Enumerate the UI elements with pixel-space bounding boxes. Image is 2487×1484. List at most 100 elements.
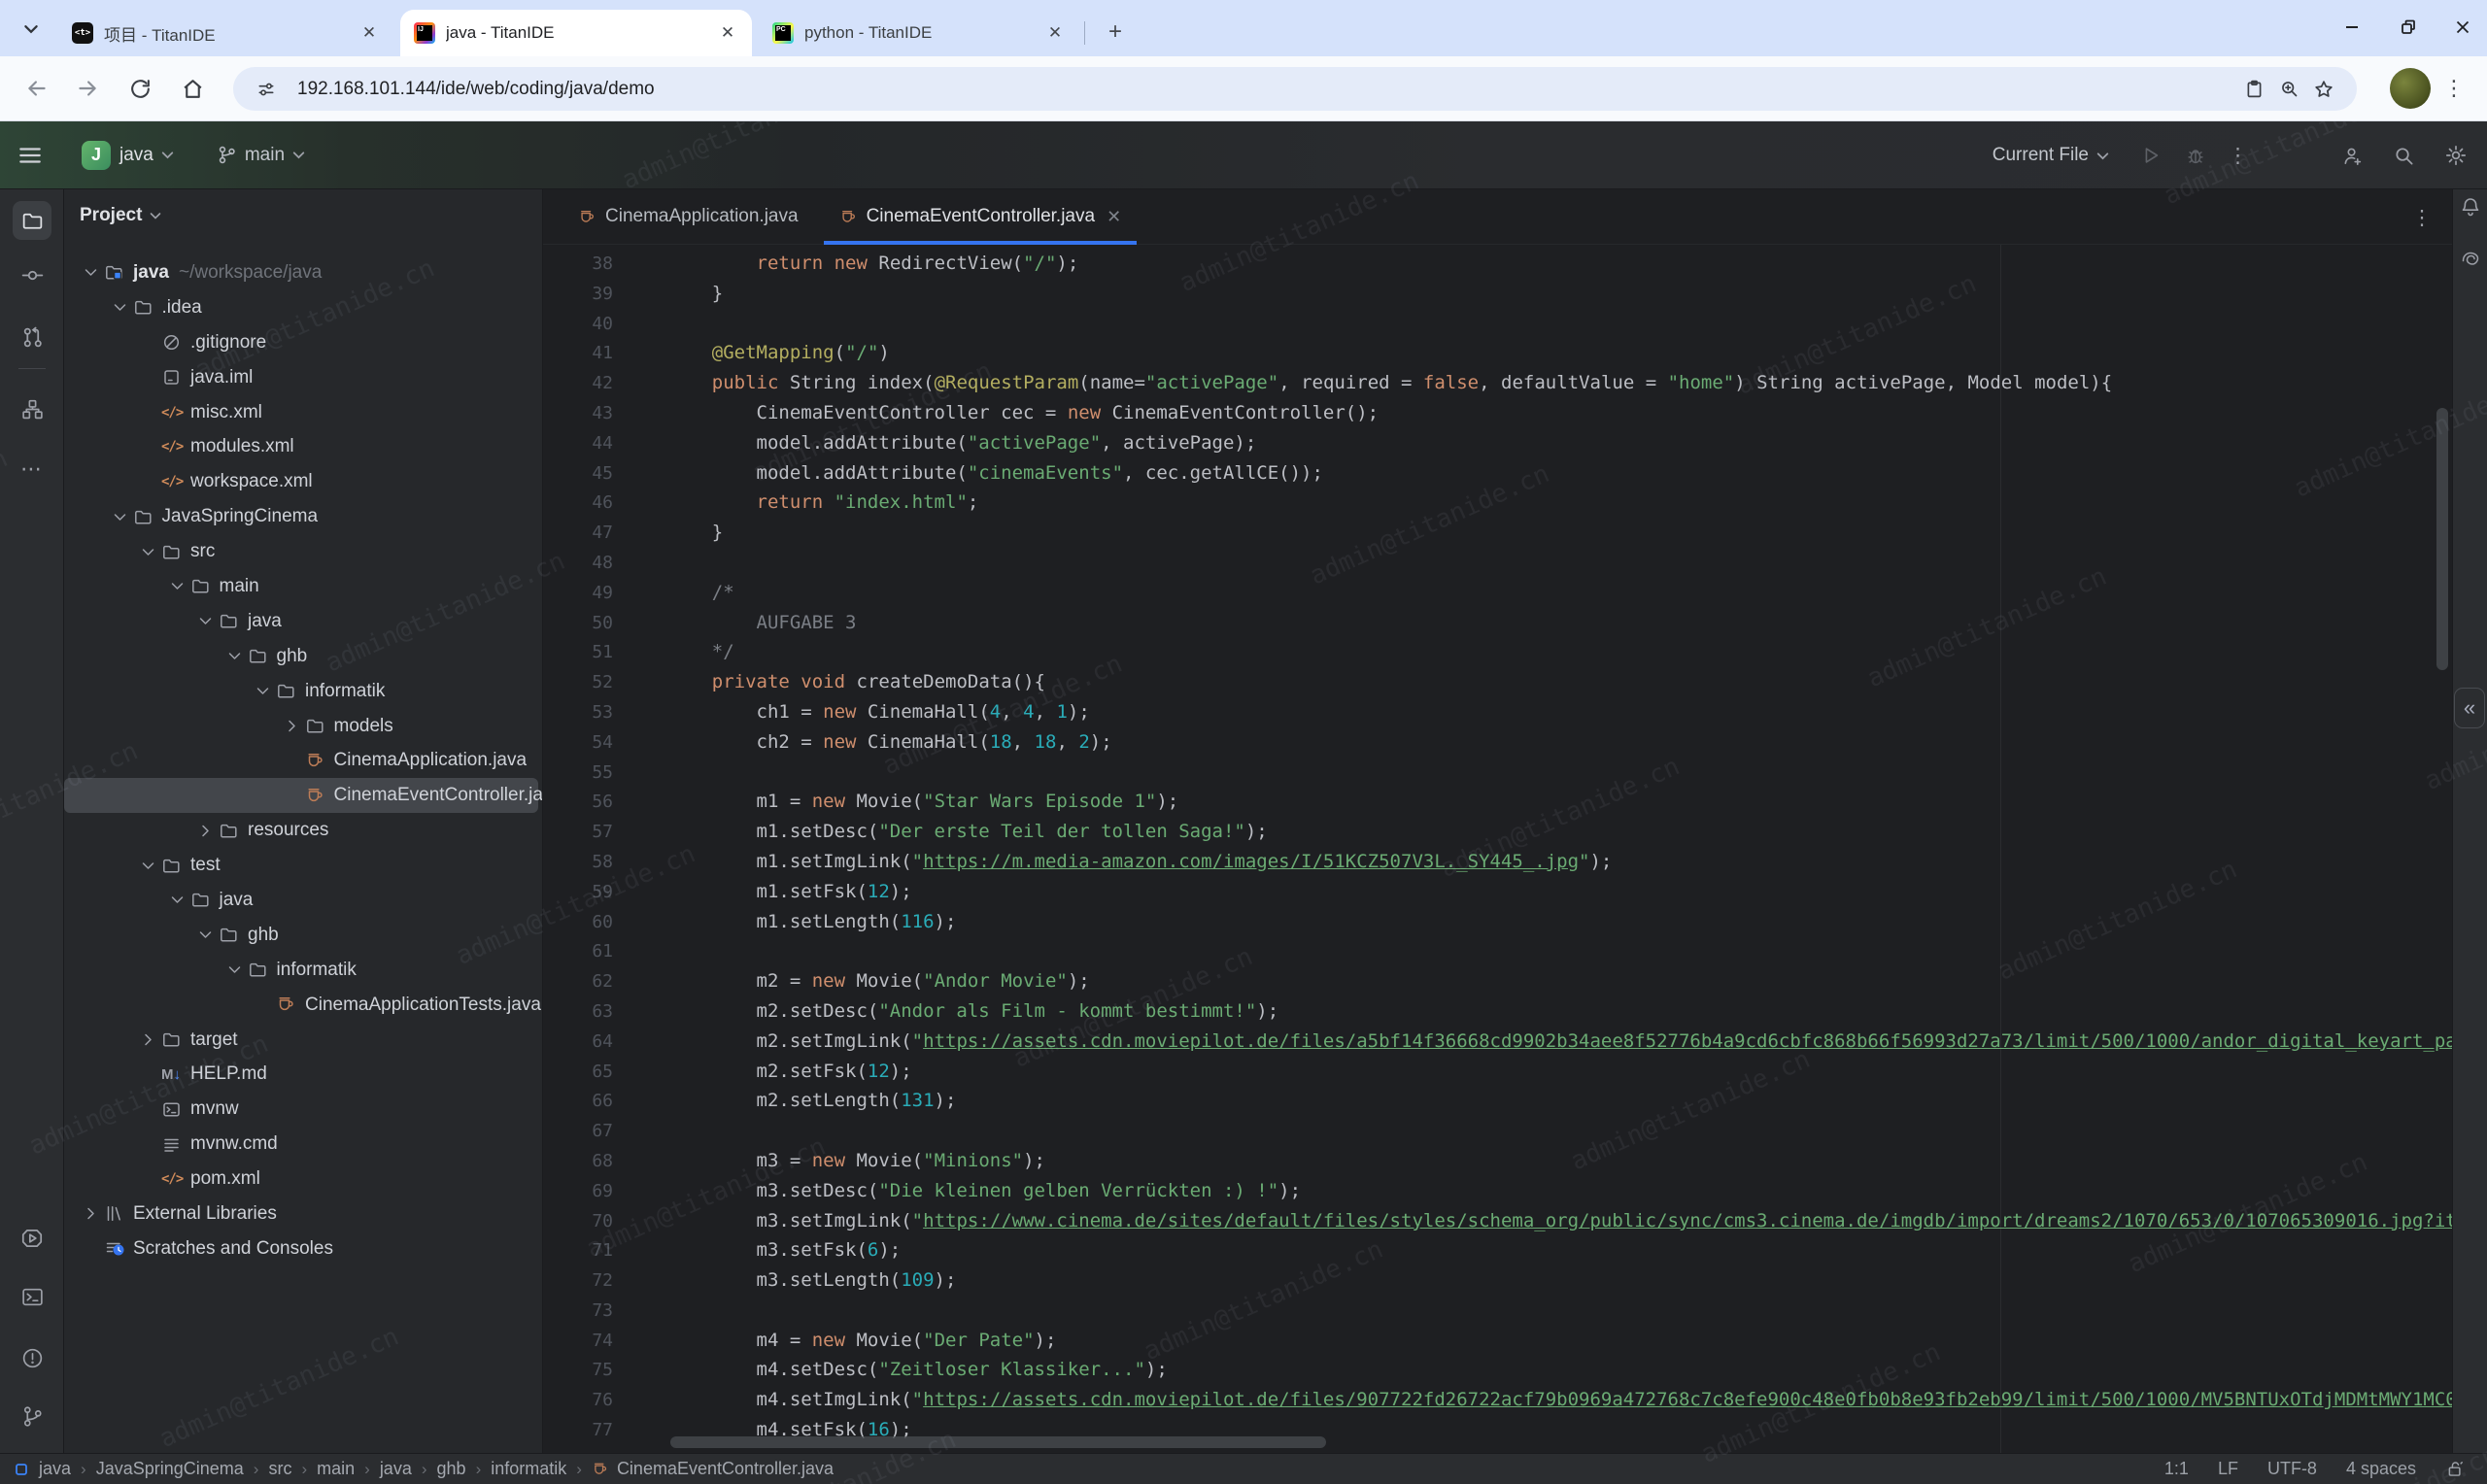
project-tool-icon[interactable] — [13, 201, 51, 240]
project-avatar[interactable]: J — [82, 141, 111, 170]
tree-item-.gitignore[interactable]: .gitignore — [64, 325, 542, 360]
clipboard-icon[interactable] — [2236, 72, 2271, 107]
site-info-icon[interactable] — [249, 72, 284, 107]
chevron-down-icon[interactable] — [224, 960, 248, 980]
tree-item-mvnw.cmd[interactable]: mvnw.cmd — [64, 1127, 542, 1162]
tree-item-models[interactable]: models — [64, 709, 542, 744]
chevron-down-icon[interactable] — [195, 925, 219, 945]
reload-icon[interactable] — [120, 69, 159, 108]
editor-vertical-scrollbar[interactable] — [2436, 408, 2448, 670]
browser-tab-python[interactable]: python - TitanIDE ✕ — [759, 10, 1079, 56]
code-area[interactable]: 38 return new RedirectView("/");39 }4041… — [543, 245, 2452, 1453]
chevron-right-icon[interactable] — [195, 821, 219, 841]
new-tab-button[interactable]: + — [1100, 17, 1131, 48]
chevron-down-icon[interactable] — [110, 507, 133, 527]
chevron-down-icon[interactable] — [81, 262, 104, 283]
more-actions-icon[interactable]: ⋮ — [2228, 144, 2248, 168]
project-panel-header[interactable]: Project — [64, 189, 542, 226]
tree-item-src[interactable]: src — [64, 534, 542, 569]
code-line-44[interactable]: 44 model.addAttribute("activePage", acti… — [543, 428, 2452, 458]
tree-item-ghb[interactable]: ghb — [64, 918, 542, 953]
tree-item-java[interactable]: java — [64, 604, 542, 639]
terminal-tool-icon[interactable] — [13, 1277, 51, 1316]
search-icon[interactable] — [2393, 145, 2415, 167]
debug-icon[interactable] — [2185, 145, 2206, 166]
project-name[interactable]: java — [119, 145, 153, 166]
tree-item-cinemaapplicationtests.java[interactable]: CinemaApplicationTests.java — [64, 988, 542, 1023]
structure-tool-icon[interactable] — [13, 389, 51, 428]
ai-assistant-icon[interactable] — [2455, 244, 2486, 275]
tree-item-modules.xml[interactable]: </>modules.xml — [64, 429, 542, 464]
caret-position[interactable]: 1:1 — [2164, 1459, 2189, 1479]
window-restore-button[interactable] — [2386, 8, 2431, 47]
collapse-panel-button[interactable]: « — [2454, 688, 2485, 728]
browser-profile-avatar[interactable] — [2390, 68, 2431, 109]
code-line-43[interactable]: 43 CinemaEventController cec = new Cinem… — [543, 398, 2452, 428]
chevron-down-icon[interactable] — [110, 297, 133, 318]
code-line-42[interactable]: 42 public String index(@RequestParam(nam… — [543, 368, 2452, 398]
home-icon[interactable] — [173, 69, 212, 108]
tree-item-misc.xml[interactable]: </>misc.xml — [64, 395, 542, 430]
code-line-45[interactable]: 45 model.addAttribute("cinemaEvents", ce… — [543, 458, 2452, 489]
code-line-39[interactable]: 39 } — [543, 279, 2452, 309]
tree-item-target[interactable]: target — [64, 1023, 542, 1058]
chevron-down-icon[interactable] — [167, 890, 190, 910]
breadcrumb-item[interactable]: java — [39, 1459, 71, 1479]
code-line-59[interactable]: 59 m1.setFsk(12); — [543, 877, 2452, 907]
tree-item-test[interactable]: test — [64, 848, 542, 883]
chevron-down-icon[interactable] — [253, 681, 276, 701]
chevron-down-icon[interactable] — [138, 542, 161, 562]
chevron-right-icon[interactable] — [81, 1203, 104, 1224]
tree-item-cinemaapplication.java[interactable]: CinemaApplication.java — [64, 743, 542, 778]
code-line-54[interactable]: 54 ch2 = new CinemaHall(18, 18, 2); — [543, 727, 2452, 758]
editor-horizontal-scrollbar[interactable] — [670, 1436, 1326, 1448]
code-line-67[interactable]: 67 — [543, 1116, 2452, 1146]
code-line-49[interactable]: 49 /* — [543, 578, 2452, 608]
forward-icon[interactable] — [68, 69, 107, 108]
code-line-73[interactable]: 73 — [543, 1296, 2452, 1326]
tab-close-icon[interactable]: ✕ — [1044, 22, 1066, 44]
chevron-down-icon[interactable] — [138, 856, 161, 876]
tab-search-icon[interactable] — [17, 16, 45, 43]
tree-item-pom.xml[interactable]: </>pom.xml — [64, 1162, 542, 1197]
browser-menu-icon[interactable]: ⋮ — [2435, 69, 2473, 108]
address-bar[interactable]: 192.168.101.144/ide/web/coding/java/demo — [233, 67, 2357, 111]
code-line-60[interactable]: 60 m1.setLength(116); — [543, 907, 2452, 937]
code-line-38[interactable]: 38 return new RedirectView("/"); — [543, 249, 2452, 279]
version-control-tool-icon[interactable] — [13, 1397, 51, 1435]
window-minimize-button[interactable] — [2330, 8, 2374, 47]
breadcrumb-item[interactable]: JavaSpringCinema — [96, 1459, 244, 1479]
zoom-icon[interactable] — [2271, 72, 2306, 107]
window-close-button[interactable] — [2440, 8, 2485, 47]
tree-item-resources[interactable]: resources — [64, 813, 542, 848]
code-line-40[interactable]: 40 — [543, 309, 2452, 339]
tree-item-external-libraries[interactable]: External Libraries — [64, 1197, 542, 1231]
services-tool-icon[interactable] — [13, 1219, 51, 1258]
tree-item-help.md[interactable]: M↓HELP.md — [64, 1057, 542, 1092]
problems-tool-icon[interactable] — [13, 1338, 51, 1377]
browser-tab-java[interactable]: java - TitanIDE ✕ — [400, 10, 752, 56]
tree-item-ghb[interactable]: ghb — [64, 639, 542, 674]
main-menu-icon[interactable] — [17, 143, 43, 168]
chevron-right-icon[interactable] — [138, 1029, 161, 1050]
run-icon[interactable] — [2140, 145, 2162, 166]
code-line-62[interactable]: 62 m2 = new Movie("Andor Movie"); — [543, 966, 2452, 996]
tree-item-informatik[interactable]: informatik — [64, 674, 542, 709]
code-line-68[interactable]: 68 m3 = new Movie("Minions"); — [543, 1146, 2452, 1176]
indent-setting[interactable]: 4 spaces — [2346, 1459, 2416, 1479]
branch-name[interactable]: main — [245, 145, 285, 166]
tree-item-informatik[interactable]: informatik — [64, 953, 542, 988]
tab-close-icon[interactable]: ✕ — [717, 22, 738, 44]
url-input[interactable]: 192.168.101.144/ide/web/coding/java/demo — [297, 79, 2236, 100]
code-line-66[interactable]: 66 m2.setLength(131); — [543, 1086, 2452, 1116]
code-line-76[interactable]: 76 m4.setImgLink("https://assets.cdn.mov… — [543, 1385, 2452, 1415]
breadcrumb-item[interactable]: java — [380, 1459, 412, 1479]
code-line-64[interactable]: 64 m2.setImgLink("https://assets.cdn.mov… — [543, 1027, 2452, 1057]
breadcrumb-item[interactable]: informatik — [491, 1459, 566, 1479]
add-user-icon[interactable] — [2341, 145, 2364, 167]
code-line-61[interactable]: 61 — [543, 936, 2452, 966]
close-tab-icon[interactable]: ✕ — [1107, 207, 1121, 227]
unlock-icon[interactable] — [2445, 1459, 2466, 1479]
run-configuration[interactable]: Current File — [1993, 145, 2089, 166]
tree-item-java.iml[interactable]: java.iml — [64, 360, 542, 395]
